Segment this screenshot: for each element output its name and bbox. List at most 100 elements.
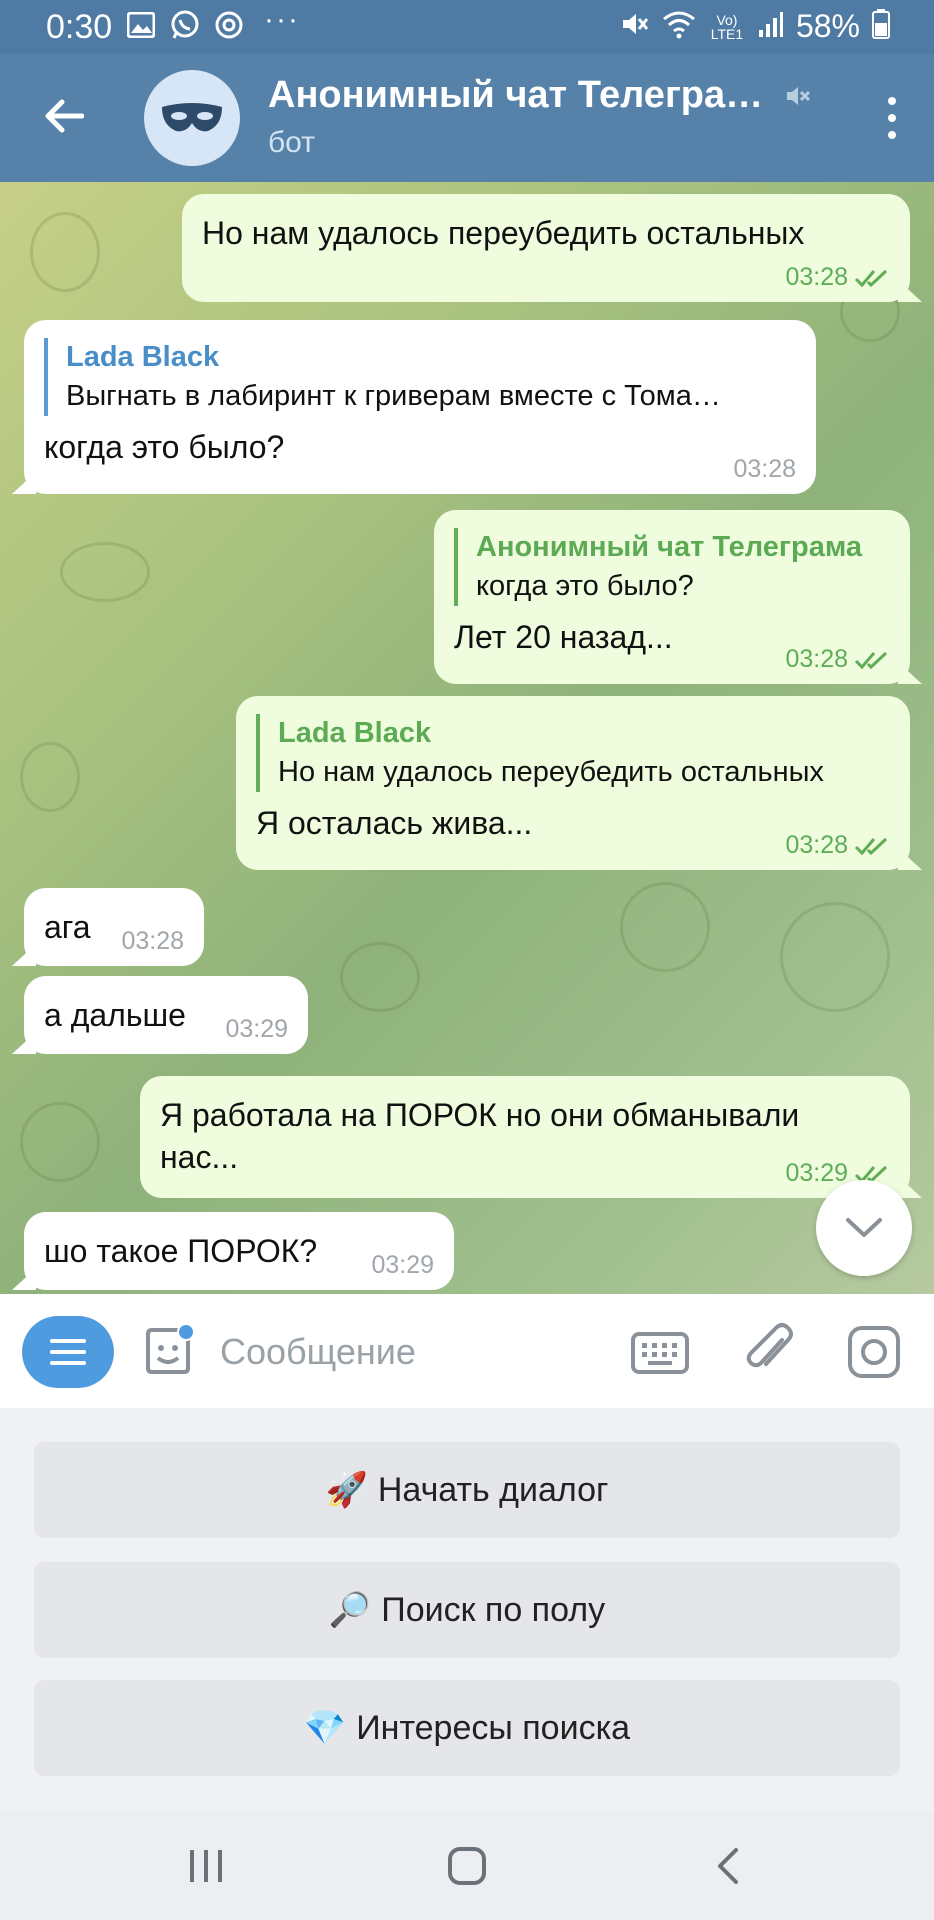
mask-icon (162, 103, 222, 132)
bubble-tail (898, 280, 922, 302)
network-label: Vo) LTE1 (710, 11, 744, 42)
system-back-button[interactable] (698, 1838, 758, 1894)
bubble-tail (12, 944, 36, 966)
home-button[interactable] (437, 1838, 497, 1894)
message-time-text: 03:29 (225, 1015, 288, 1043)
message-incoming[interactable]: а дальше 03:29 (12, 976, 308, 1054)
message-time: 03:29 (225, 1015, 288, 1044)
quote-text: Но нам удалось переубедить остальных (278, 756, 824, 788)
magnifier-icon: 🔎 (328, 1591, 372, 1629)
bubble-tail (12, 1268, 36, 1290)
scroll-to-bottom-button[interactable] (816, 1180, 912, 1276)
bot-menu-button[interactable] (22, 1316, 114, 1388)
message-time: 03:28 (785, 263, 892, 292)
chat-subtitle: бот (268, 126, 315, 159)
attach-button[interactable] (742, 1320, 798, 1380)
message-text-line-2: нас... (160, 1139, 239, 1175)
message-time: 03:28 (785, 645, 892, 674)
button-label: Начать диалог (377, 1470, 609, 1509)
camera-button[interactable] (846, 1324, 902, 1380)
quote-author: Lada Black (66, 341, 220, 373)
arrow-left-icon (45, 99, 84, 133)
bubble-tail (12, 1032, 36, 1054)
background-doodle (620, 882, 710, 972)
bot-reply-keyboard: 🚀 Начать диалог 🔎 Поиск по полу 💎 Интере… (0, 1408, 934, 1812)
status-time: 0:30 (46, 8, 113, 46)
sync-icon (214, 10, 244, 40)
button-label: Интересы поиска (356, 1708, 631, 1747)
background-doodle (60, 542, 150, 602)
chat-messages-area[interactable]: Но нам удалось переубедить остальных 03:… (0, 182, 934, 1294)
message-time: 03:28 (121, 927, 184, 956)
message-time-text: 03:28 (785, 263, 848, 291)
recent-apps-button[interactable] (176, 1838, 236, 1894)
message-outgoing[interactable]: Анонимный чат Телеграма когда это было? … (434, 510, 922, 684)
double-check-icon (854, 651, 888, 669)
message-input[interactable] (220, 1324, 600, 1380)
status-left-icons: ··· (126, 3, 300, 40)
back-button[interactable] (34, 86, 94, 146)
message-outgoing[interactable]: Lada Black Но нам удалось переубедить ос… (236, 696, 922, 870)
message-time-text: 03:28 (121, 927, 184, 955)
message-text: когда это было? (44, 429, 285, 465)
keyboard-toggle-button[interactable] (630, 1328, 690, 1378)
quote-text: когда это было? (476, 570, 694, 602)
double-check-icon (854, 269, 888, 287)
keyboard-icon (631, 1332, 689, 1374)
message-time: 03:29 (371, 1251, 434, 1280)
background-doodle (30, 212, 100, 292)
gem-icon: 💎 (303, 1709, 347, 1747)
message-time-text: 03:29 (785, 1159, 848, 1187)
status-bar: 0:30 ··· Vo) LTE1 58% (0, 0, 934, 54)
message-incoming[interactable]: Lada Black Выгнать в лабиринт к гриверам… (12, 320, 816, 494)
message-outgoing[interactable]: Но нам удалось переубедить остальных 03:… (182, 194, 922, 302)
reply-quote[interactable]: Lada Black Но нам удалось переубедить ос… (256, 714, 890, 792)
bubble-tail (898, 848, 922, 870)
quote-author: Lada Black (278, 717, 432, 749)
message-incoming[interactable]: ага 03:28 (12, 888, 204, 966)
rocket-icon: 🚀 (325, 1471, 368, 1509)
message-time-text: 03:28 (785, 645, 848, 673)
message-outgoing[interactable]: Я работала на ПОРОК но они обманывали на… (140, 1076, 922, 1198)
whatsapp-icon (170, 10, 200, 40)
avatar[interactable] (144, 70, 240, 166)
gallery-icon (126, 10, 156, 40)
quote-text: Выгнать в лабиринт к гриверам вместе с Т… (66, 380, 721, 412)
instant-camera-icon (848, 1326, 900, 1378)
start-dialog-button[interactable]: 🚀 Начать диалог (34, 1442, 900, 1538)
search-by-gender-button[interactable]: 🔎 Поиск по полу (34, 1562, 900, 1658)
system-navigation-bar (0, 1812, 934, 1920)
chevron-left-icon (718, 1848, 738, 1884)
message-time-text: 03:28 (733, 455, 796, 483)
message-time: 03:28 (733, 455, 796, 484)
emoji-sticker-button[interactable] (140, 1323, 196, 1380)
background-doodle (20, 1102, 100, 1182)
background-doodle (780, 902, 890, 1012)
bubble-tail (898, 1176, 922, 1198)
signal-icon (758, 10, 784, 43)
button-label: Поиск по полу (381, 1590, 606, 1629)
message-time-text: 03:29 (371, 1251, 434, 1279)
battery-percent: 58% (795, 8, 860, 44)
reply-quote[interactable]: Lada Black Выгнать в лабиринт к гриверам… (44, 338, 796, 416)
message-composer (0, 1294, 934, 1408)
background-doodle (20, 742, 80, 812)
paperclip-icon (746, 1323, 793, 1368)
background-doodle (340, 942, 420, 1012)
message-time: 03:28 (785, 831, 892, 860)
battery-icon (872, 9, 890, 44)
message-text-line-1: Я работала на ПОРОК но они обманывали (160, 1097, 800, 1133)
more-options-button[interactable] (872, 86, 912, 150)
more-notifications-icon: ··· (264, 3, 300, 36)
chevron-down-icon (846, 1218, 882, 1237)
muted-icon (784, 82, 812, 115)
message-text: Но нам удалось переубедить остальных (202, 215, 805, 251)
chat-title[interactable]: Анонимный чат Телегра… (268, 74, 778, 117)
search-interests-button[interactable]: 💎 Интересы поиска (34, 1680, 900, 1776)
double-check-icon (854, 837, 888, 855)
reply-quote[interactable]: Анонимный чат Телеграма когда это было? (454, 528, 890, 606)
mute-icon (620, 9, 650, 44)
message-incoming[interactable]: шо такое ПОРОК? 03:29 (12, 1212, 454, 1290)
quote-author: Анонимный чат Телеграма (476, 531, 863, 563)
bubble-tail (12, 472, 36, 494)
